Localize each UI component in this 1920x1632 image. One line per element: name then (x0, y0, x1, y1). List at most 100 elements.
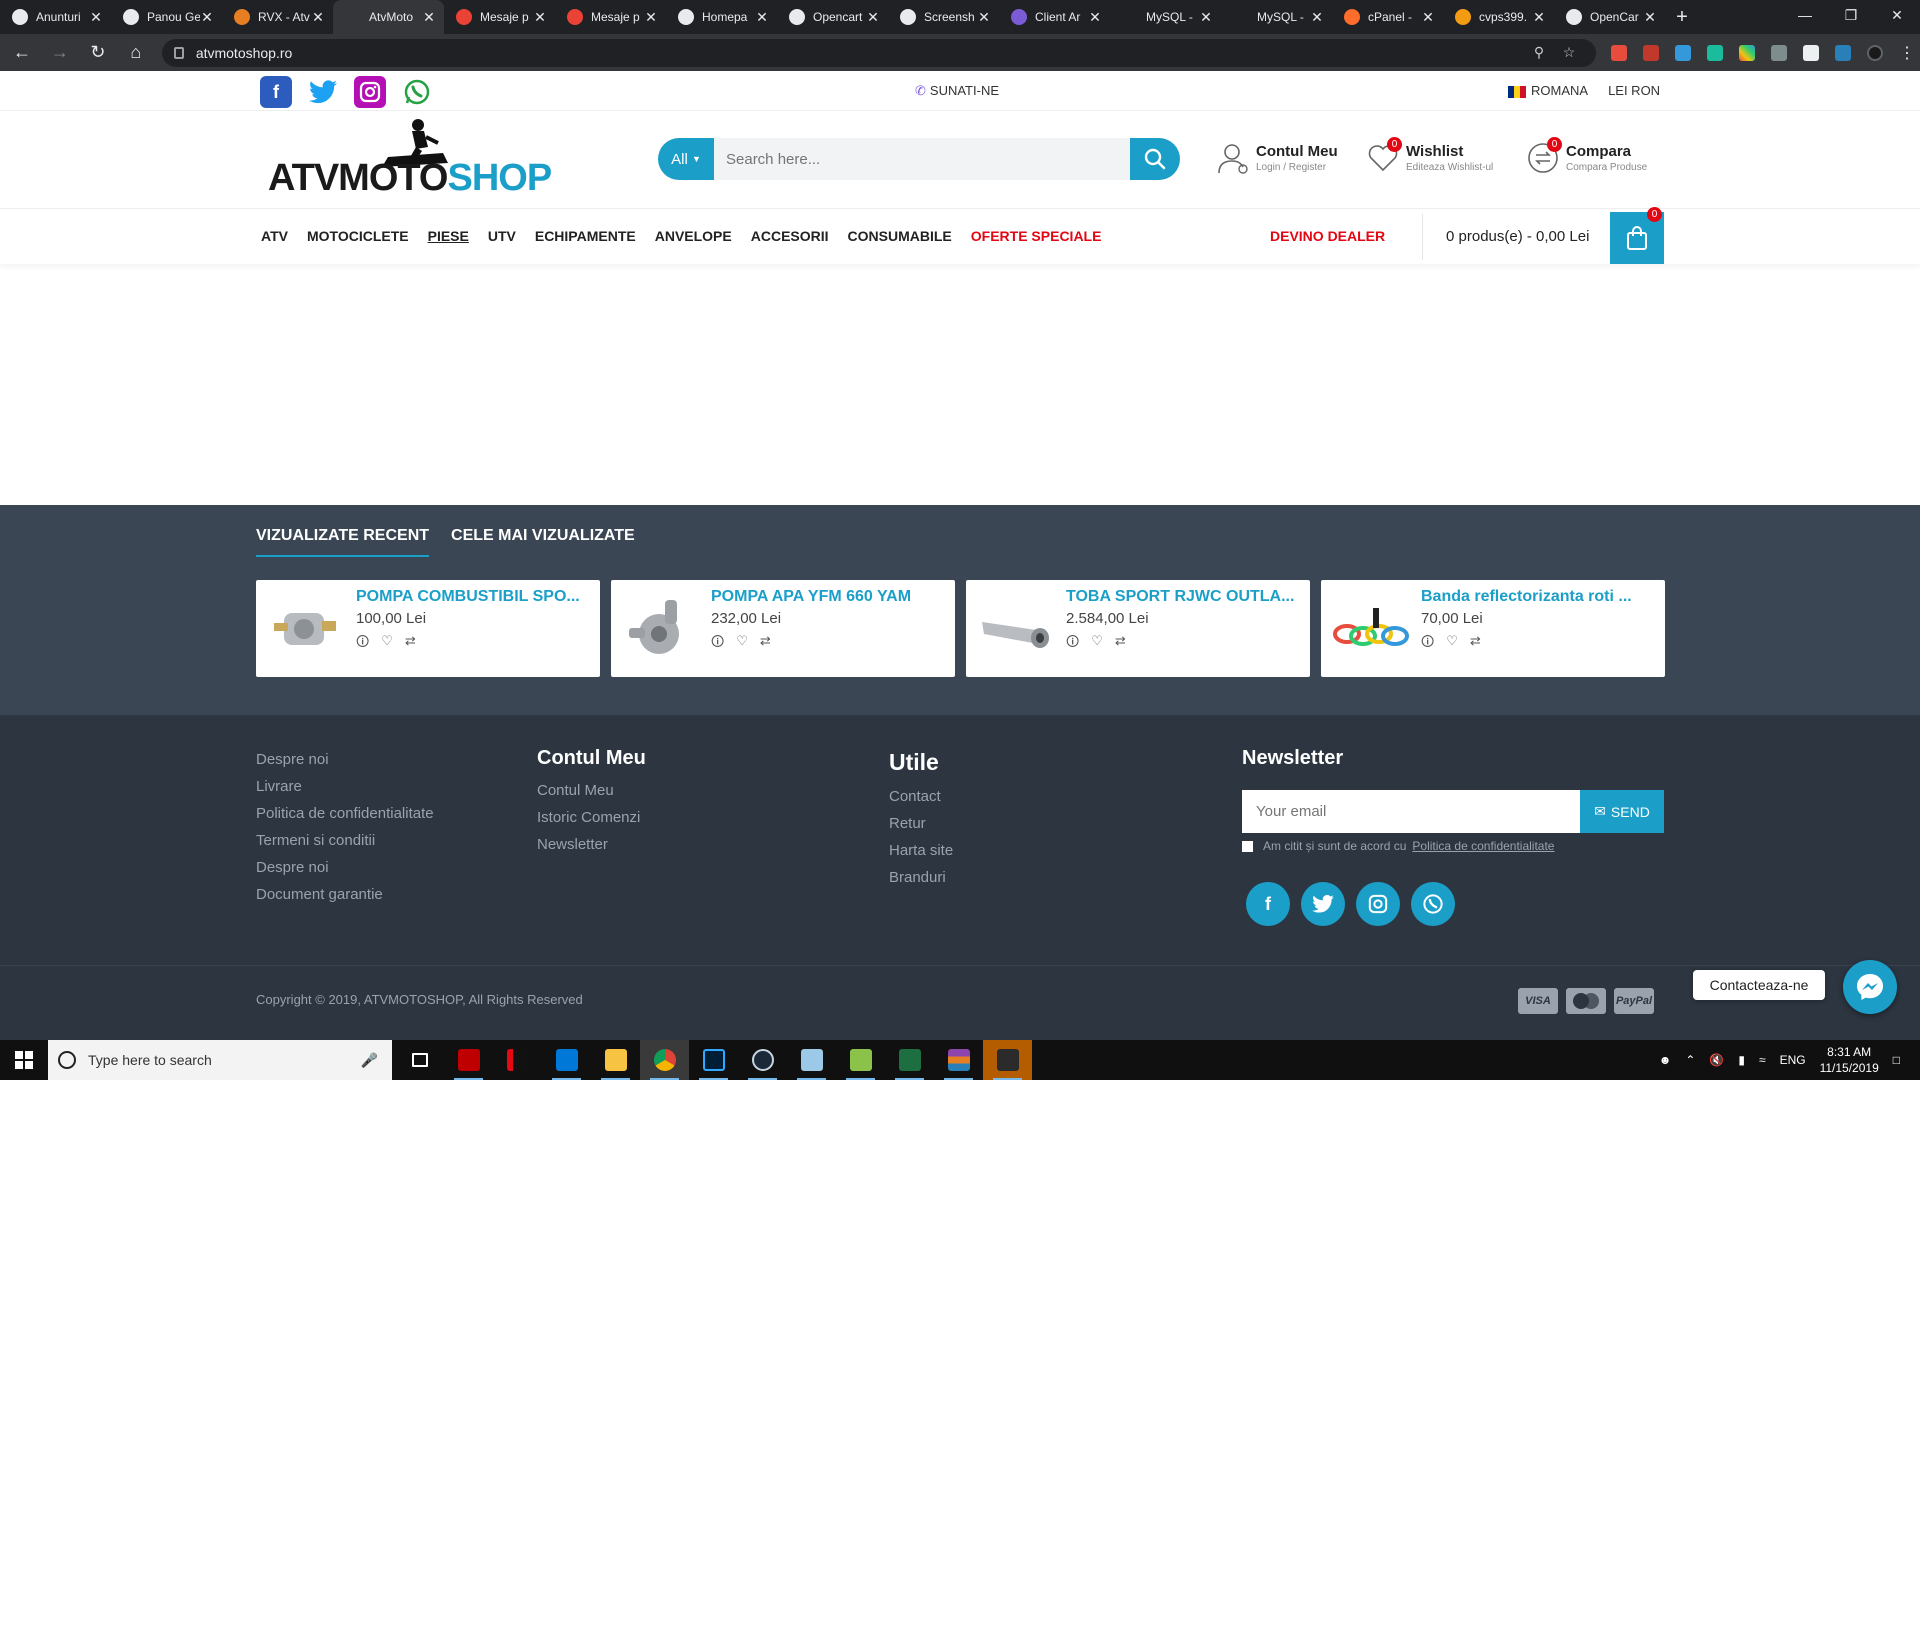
add-to-cart-icon[interactable]: 🛈 (356, 633, 369, 655)
steam-icon[interactable] (738, 1040, 787, 1080)
winrar-icon[interactable] (934, 1040, 983, 1080)
add-to-cart-icon[interactable]: 🛈 (1066, 633, 1079, 655)
messenger-chat-button[interactable] (1843, 960, 1897, 1014)
browser-tab[interactable]: Screensh ✕ (888, 0, 999, 34)
wifi-icon[interactable]: ≈ (1759, 1053, 1766, 1067)
facebook-icon[interactable]: f (1246, 882, 1290, 926)
file-explorer-icon[interactable] (591, 1040, 640, 1080)
search-button[interactable] (1130, 138, 1180, 180)
footer-link[interactable]: Termeni si conditii (256, 832, 434, 849)
heart-icon[interactable]: ♡ (1091, 633, 1103, 655)
menu-dots-icon[interactable]: ⋮ (1894, 40, 1920, 66)
close-tab-icon[interactable]: ✕ (1643, 9, 1657, 26)
close-tab-icon[interactable]: ✕ (755, 9, 769, 26)
whatsapp-icon[interactable] (1411, 882, 1455, 926)
instagram-icon[interactable] (1356, 882, 1400, 926)
menu-item-utv[interactable]: UTV (488, 228, 516, 244)
photoshop-icon[interactable] (689, 1040, 738, 1080)
menu-item-accesorii[interactable]: ACCESORII (751, 228, 829, 244)
close-tab-icon[interactable]: ✕ (866, 9, 880, 26)
compare-icon[interactable]: ⇄ (1115, 633, 1126, 655)
profile-icon[interactable] (1862, 40, 1888, 66)
volume-muted-icon[interactable]: 🔇 (1709, 1053, 1724, 1067)
menu-item-motociclete[interactable]: MOTOCICLETE (307, 228, 409, 244)
extension-icon[interactable] (1798, 40, 1824, 66)
close-tab-icon[interactable]: ✕ (1532, 9, 1546, 26)
browser-tab[interactable]: OpenCar ✕ (1554, 0, 1665, 34)
footer-link[interactable]: Contul Meu (537, 782, 646, 799)
windows-start-icon[interactable] (0, 1040, 48, 1080)
extension-icon[interactable] (1830, 40, 1856, 66)
compare-icon[interactable]: ⇄ (405, 633, 416, 655)
tab-most-viewed[interactable]: CELE MAI VIZUALIZATE (451, 527, 635, 557)
phone-link[interactable]: ✆ SUNATI-NE (915, 83, 999, 99)
product-image[interactable] (611, 580, 711, 677)
browser-tab[interactable]: Mesaje p ✕ (555, 0, 666, 34)
close-tab-icon[interactable]: ✕ (1421, 9, 1435, 26)
close-tab-icon[interactable]: ✕ (1310, 9, 1324, 26)
footer-link[interactable]: Document garantie (256, 886, 434, 903)
footer-link[interactable]: Livrare (256, 778, 434, 795)
footer-link[interactable]: Contact (889, 788, 953, 805)
browser-tab[interactable]: RVX - Atv ✕ (222, 0, 333, 34)
close-tab-icon[interactable]: ✕ (1199, 9, 1213, 26)
zoom-icon[interactable]: ⚲ (1524, 44, 1554, 61)
product-name[interactable]: POMPA COMBUSTIBIL SPO... (356, 588, 596, 606)
minimize-icon[interactable]: — (1782, 0, 1828, 30)
extension-icon[interactable] (1734, 40, 1760, 66)
menu-item-echipamente[interactable]: ECHIPAMENTE (535, 228, 636, 244)
close-window-icon[interactable]: ✕ (1874, 0, 1920, 30)
product-image[interactable] (256, 580, 356, 677)
browser-tab[interactable]: MySQL - ✕ (1221, 0, 1332, 34)
notepad-icon[interactable] (787, 1040, 836, 1080)
filezilla-icon[interactable] (444, 1040, 493, 1080)
close-tab-icon[interactable]: ✕ (1088, 9, 1102, 26)
menu-item-anvelope[interactable]: ANVELOPE (655, 228, 732, 244)
product-name[interactable]: TOBA SPORT RJWC OUTLA... (1066, 588, 1306, 606)
wishlist-link[interactable]: 0 Wishlist Editeaza Wishlist-ul (1366, 137, 1493, 175)
search-input[interactable] (714, 138, 1130, 180)
close-tab-icon[interactable]: ✕ (422, 9, 436, 26)
email-input[interactable] (1242, 790, 1580, 833)
site-logo[interactable]: ATVMOTOSHOP (268, 117, 558, 199)
add-to-cart-icon[interactable]: 🛈 (1421, 633, 1434, 655)
product-image[interactable] (1321, 580, 1421, 677)
footer-link[interactable]: Istoric Comenzi (537, 809, 646, 826)
browser-tab[interactable]: Opencart ✕ (777, 0, 888, 34)
send-button[interactable]: ✉ SEND (1580, 790, 1664, 833)
tab-recent[interactable]: VIZUALIZATE RECENT (256, 527, 430, 557)
footer-link[interactable]: Branduri (889, 869, 953, 886)
notepad-plus-icon[interactable] (836, 1040, 885, 1080)
account-link[interactable]: Contul Meu Login / Register (1216, 141, 1338, 175)
close-tab-icon[interactable]: ✕ (200, 9, 214, 26)
address-bar[interactable]: atvmotoshop.ro ⚲ ☆ (161, 38, 1596, 67)
close-tab-icon[interactable]: ✕ (89, 9, 103, 26)
browser-tab[interactable]: MySQL - ✕ (1110, 0, 1221, 34)
devino-dealer-link[interactable]: DEVINO DEALER (1270, 228, 1385, 244)
browser-tab[interactable]: Homepa ✕ (666, 0, 777, 34)
consent-checkbox[interactable] (1242, 840, 1253, 852)
notifications-icon[interactable]: □ (1893, 1053, 1900, 1067)
search-category-dropdown[interactable]: All ▼ (658, 138, 714, 180)
browser-tab[interactable]: Client Ar ✕ (999, 0, 1110, 34)
chevron-up-icon[interactable]: ⌃ (1685, 1053, 1695, 1067)
footer-link[interactable]: Retur (889, 815, 953, 832)
browser-tab[interactable]: Anunturi ✕ (0, 0, 111, 34)
reload-icon[interactable]: ↻ (82, 37, 114, 69)
extension-icon[interactable] (1702, 40, 1728, 66)
footer-link[interactable]: Politica de confidentialitate (256, 805, 434, 822)
footer-link[interactable]: Despre noi (256, 859, 434, 876)
task-view-icon[interactable] (395, 1040, 444, 1080)
extension-icon[interactable] (1766, 40, 1792, 66)
new-tab-button[interactable]: + (1665, 0, 1699, 34)
product-name[interactable]: Banda reflectorizanta roti ... (1421, 588, 1661, 606)
footer-link[interactable]: Harta site (889, 842, 953, 859)
excel-icon[interactable] (885, 1040, 934, 1080)
cart-button[interactable]: 0 (1610, 207, 1664, 264)
close-tab-icon[interactable]: ✕ (311, 9, 325, 26)
chat-tooltip[interactable]: Contacteaza-ne (1693, 970, 1825, 1000)
menu-item-consumabile[interactable]: CONSUMABILE (848, 228, 952, 244)
menu-item-atv[interactable]: ATV (261, 228, 288, 244)
heart-icon[interactable]: ♡ (381, 633, 393, 655)
browser-tab[interactable]: Mesaje p ✕ (444, 0, 555, 34)
